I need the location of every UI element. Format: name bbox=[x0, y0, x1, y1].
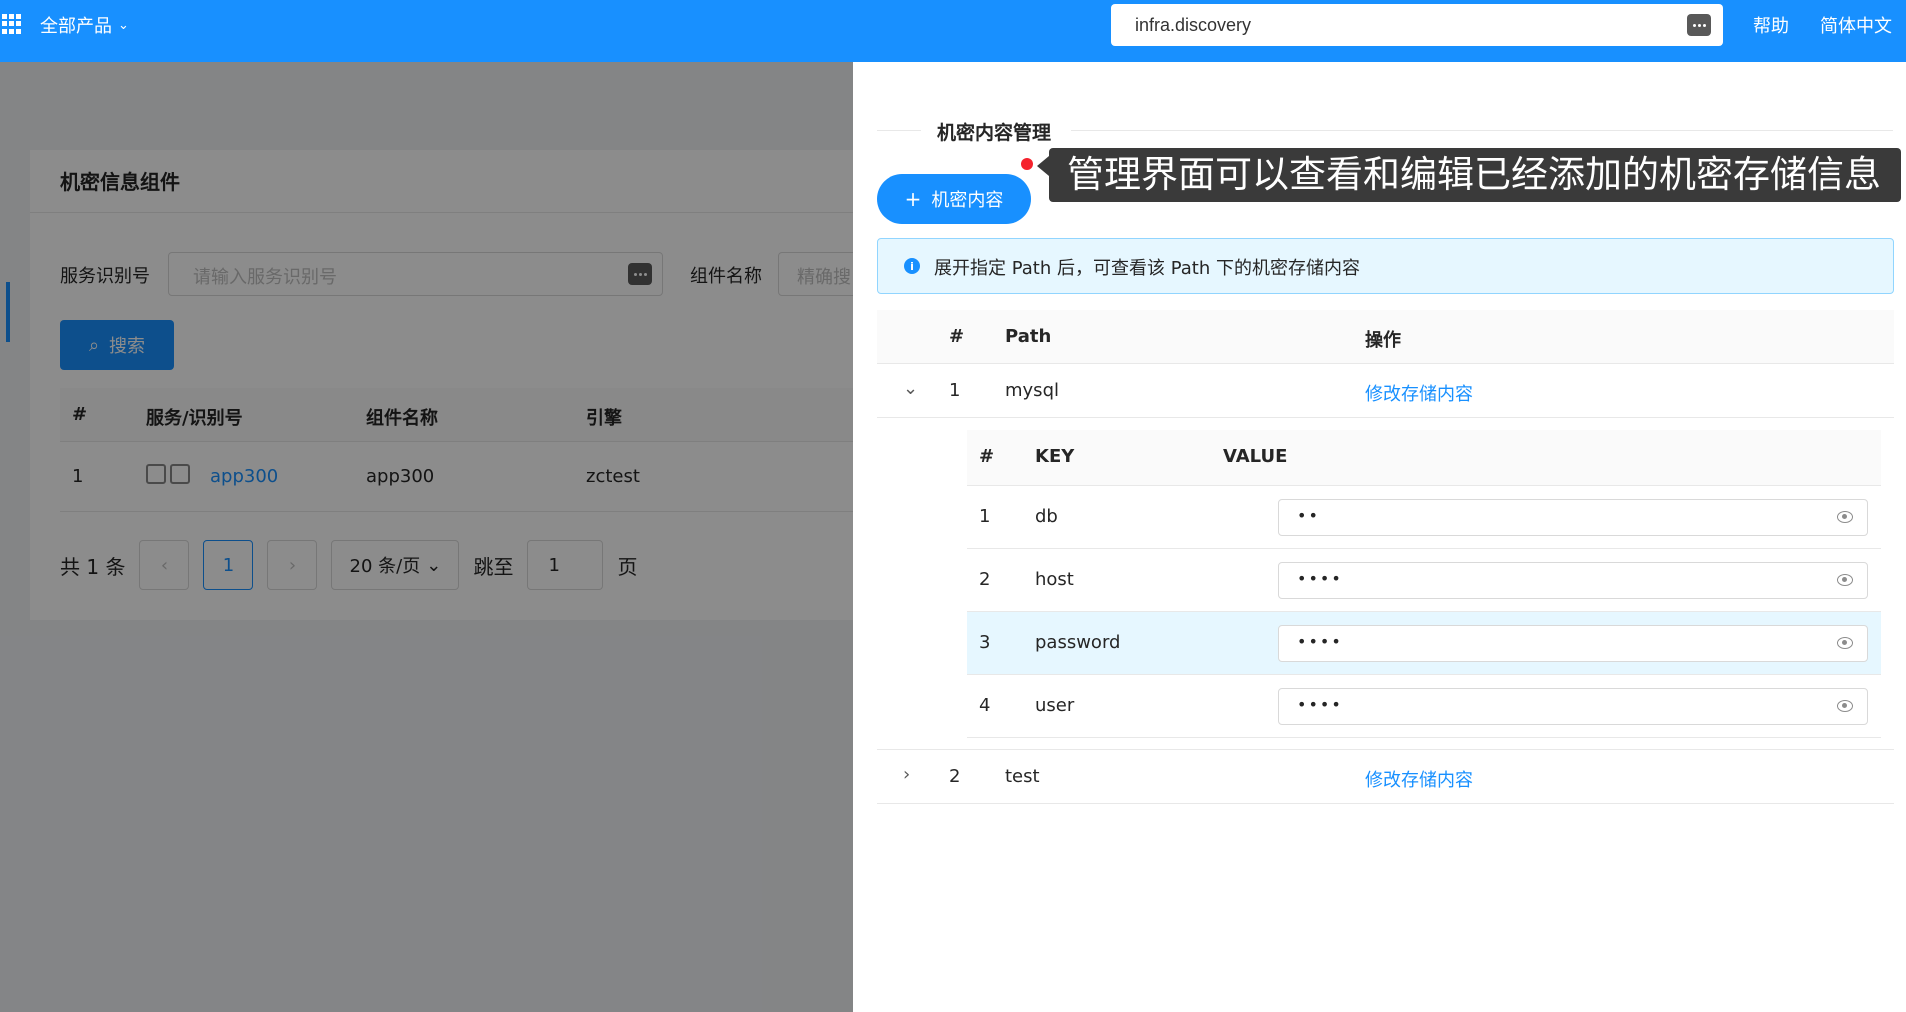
eye-icon[interactable] bbox=[1837, 574, 1853, 586]
global-search-input[interactable] bbox=[1111, 4, 1651, 46]
row-index: 1 bbox=[979, 506, 991, 527]
collapse-chevron-icon[interactable]: ⌄ bbox=[903, 378, 918, 399]
secret-value-field[interactable]: •• bbox=[1278, 499, 1868, 536]
annotation-dot bbox=[1021, 158, 1033, 170]
col-key: KEY bbox=[1035, 446, 1075, 467]
all-products-label: 全部产品 bbox=[40, 16, 112, 37]
plus-icon: + bbox=[904, 187, 922, 211]
masked-value: •• bbox=[1297, 506, 1320, 525]
expand-chevron-icon[interactable]: › bbox=[903, 764, 910, 785]
table-row: 1 db •• bbox=[967, 486, 1881, 549]
key-value-table-header: # KEY VALUE bbox=[967, 430, 1881, 486]
all-products-menu[interactable]: 全部产品 ⌄ bbox=[40, 12, 129, 38]
edit-storage-link[interactable]: 修改存储内容 bbox=[1365, 380, 1473, 406]
info-alert-text: 展开指定 Path 后，可查看该 Path 下的机密存储内容 bbox=[934, 258, 1360, 279]
row-key: host bbox=[1035, 569, 1074, 590]
row-key: user bbox=[1035, 695, 1075, 716]
secret-value-field[interactable]: •••• bbox=[1278, 625, 1868, 662]
edit-storage-link[interactable]: 修改存储内容 bbox=[1365, 766, 1473, 792]
masked-value: •••• bbox=[1297, 632, 1343, 651]
apps-grid-icon[interactable] bbox=[2, 14, 22, 34]
info-alert: i 展开指定 Path 后，可查看该 Path 下的机密存储内容 bbox=[877, 238, 1894, 294]
row-path: test bbox=[1005, 766, 1040, 787]
col-action: 操作 bbox=[1365, 330, 1401, 351]
divider bbox=[1071, 130, 1893, 131]
table-row: ⌄ 1 mysql 修改存储内容 bbox=[877, 364, 1894, 418]
masked-value: •••• bbox=[1297, 569, 1343, 588]
secret-value-field[interactable]: •••• bbox=[1278, 688, 1868, 725]
row-index: 3 bbox=[979, 632, 991, 653]
row-index: 4 bbox=[979, 695, 991, 716]
divider bbox=[877, 130, 921, 131]
path-table: # Path 操作 ⌄ 1 mysql 修改存储内容 # KEY VALUE 1… bbox=[877, 310, 1894, 804]
row-key: db bbox=[1035, 506, 1058, 527]
info-icon: i bbox=[904, 258, 920, 274]
row-key: password bbox=[1035, 632, 1121, 653]
path-table-header: # Path 操作 bbox=[877, 310, 1894, 364]
secret-management-drawer: 机密内容管理 + 机密内容 管理界面可以查看和编辑已经添加的机密存储信息 i 展… bbox=[853, 62, 1906, 1012]
col-index: # bbox=[949, 326, 965, 347]
masked-value: •••• bbox=[1297, 695, 1343, 714]
row-index: 1 bbox=[949, 380, 961, 401]
help-link[interactable]: 帮助 bbox=[1753, 12, 1789, 38]
language-switch[interactable]: 简体中文 bbox=[1820, 12, 1892, 38]
col-index: # bbox=[979, 446, 995, 467]
annotation-callout: 管理界面可以查看和编辑已经添加的机密存储信息 bbox=[1037, 148, 1901, 202]
table-row: 3 password •••• bbox=[967, 612, 1881, 675]
table-row: › 2 test 修改存储内容 bbox=[877, 750, 1894, 804]
add-secret-label: 机密内容 bbox=[931, 190, 1004, 211]
eye-icon[interactable] bbox=[1837, 511, 1853, 523]
row-path: mysql bbox=[1005, 380, 1059, 401]
expanded-row-content: # KEY VALUE 1 db •• 2 host •••• 3 passwo… bbox=[877, 418, 1894, 750]
eye-icon[interactable] bbox=[1837, 700, 1853, 712]
col-path: Path bbox=[1005, 326, 1052, 347]
col-value: VALUE bbox=[1223, 446, 1288, 467]
top-navigation-bar: 全部产品 ⌄ 帮助 简体中文 bbox=[0, 0, 1906, 62]
add-secret-button[interactable]: + 机密内容 bbox=[877, 174, 1031, 224]
chevron-down-icon: ⌄ bbox=[118, 17, 129, 33]
key-value-table: # KEY VALUE 1 db •• 2 host •••• 3 passwo… bbox=[967, 430, 1881, 738]
secret-value-field[interactable]: •••• bbox=[1278, 562, 1868, 599]
row-index: 2 bbox=[979, 569, 991, 590]
section-title: 机密内容管理 bbox=[937, 122, 1052, 144]
eye-icon[interactable] bbox=[1837, 637, 1853, 649]
more-dots-icon[interactable] bbox=[1687, 14, 1711, 36]
table-row: 2 host •••• bbox=[967, 549, 1881, 612]
global-search-box[interactable] bbox=[1111, 4, 1723, 46]
table-row: 4 user •••• bbox=[967, 675, 1881, 738]
row-index: 2 bbox=[949, 766, 961, 787]
